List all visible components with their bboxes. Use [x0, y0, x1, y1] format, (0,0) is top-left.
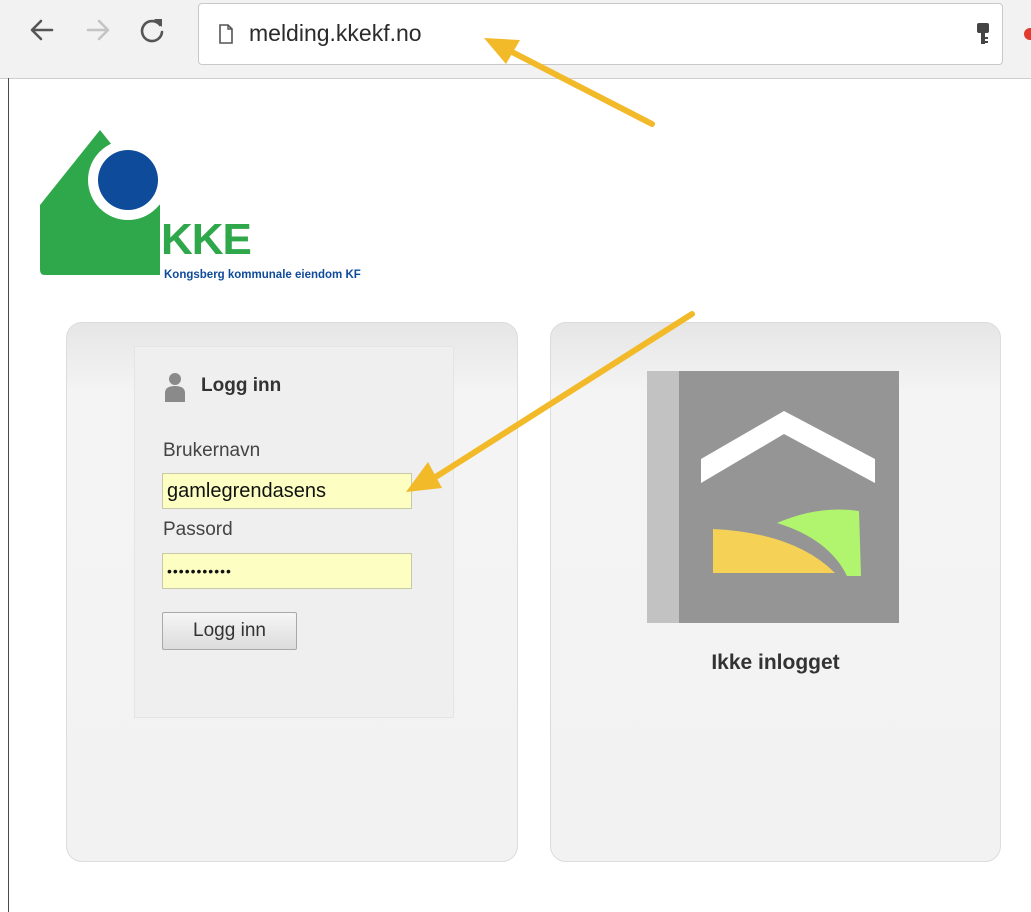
- arrow-left-icon: [30, 19, 54, 41]
- address-bar[interactable]: melding.kkekf.no: [198, 3, 1003, 65]
- user-icon: [165, 373, 185, 402]
- page-border: [8, 78, 9, 912]
- arrow-right-icon: [86, 19, 110, 41]
- page-icon: [219, 24, 233, 44]
- login-heading: Logg inn: [201, 375, 282, 396]
- login-panel: Logg inn Brukernavn Passord Logg inn: [66, 322, 518, 862]
- key-icon[interactable]: [976, 22, 990, 48]
- username-label: Brukernavn: [163, 440, 261, 461]
- logo-title: KKE: [161, 215, 252, 264]
- reload-button[interactable]: [138, 16, 166, 44]
- login-status: Ikke inlogget: [711, 651, 840, 674]
- reload-icon: [140, 19, 164, 43]
- url-text: melding.kkekf.no: [249, 20, 422, 46]
- kke-logo: KKE Kongsberg kommunale eiendom KF: [40, 130, 440, 290]
- browser-toolbar: melding.kkekf.no: [0, 0, 1031, 79]
- back-button[interactable]: [28, 16, 56, 44]
- status-panel: Ikke inlogget: [550, 322, 1001, 862]
- app-logo-icon: [647, 371, 899, 623]
- login-button[interactable]: Logg inn: [162, 612, 297, 650]
- login-form: Logg inn Brukernavn Passord Logg inn: [134, 346, 454, 718]
- username-input[interactable]: [162, 473, 412, 509]
- password-input[interactable]: [162, 553, 412, 589]
- logo-subtitle: Kongsberg kommunale eiendom KF: [164, 269, 361, 281]
- extension-icon[interactable]: [1024, 28, 1031, 40]
- password-label: Passord: [163, 519, 233, 540]
- forward-button[interactable]: [84, 16, 112, 44]
